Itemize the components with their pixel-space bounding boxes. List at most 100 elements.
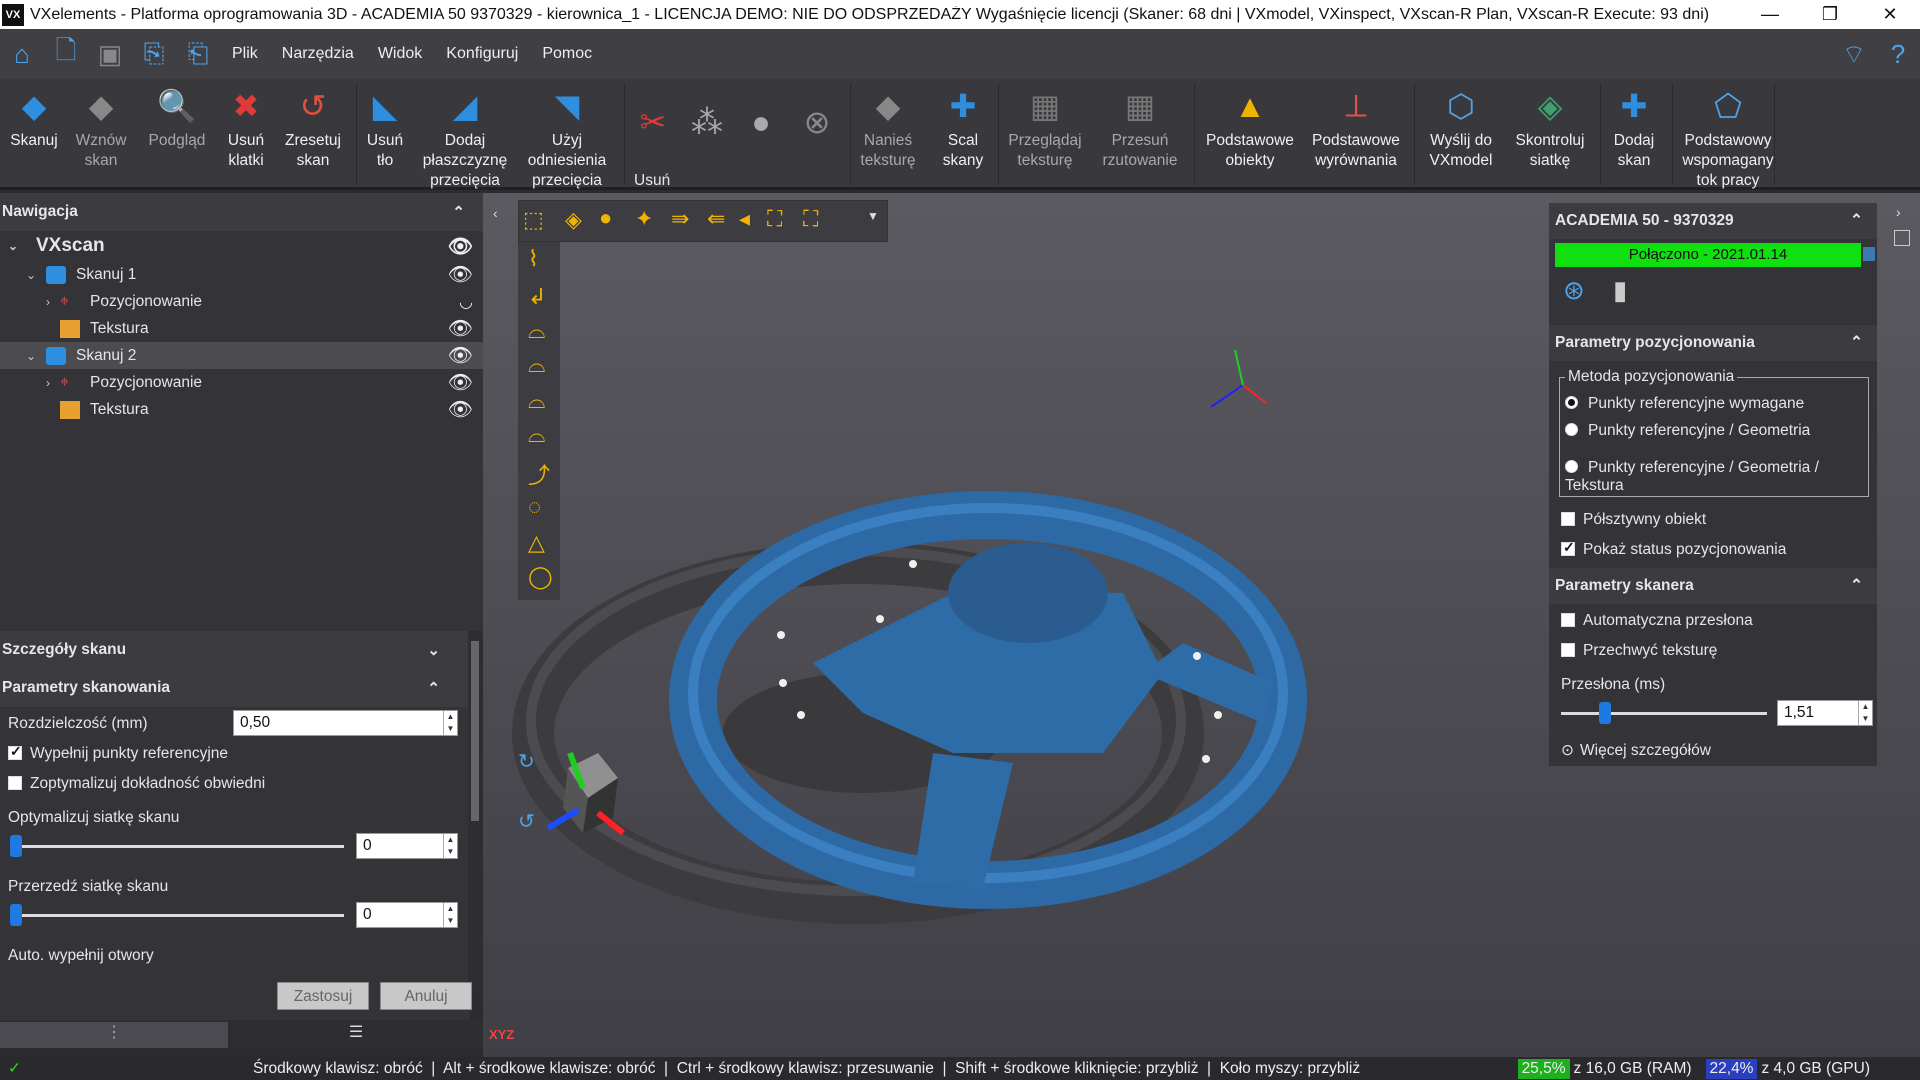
point-select-icon[interactable]: ✦ (635, 206, 653, 232)
optimize-mesh-slider-handle[interactable] (10, 835, 22, 857)
curve-select-icon[interactable]: ⤴ (528, 458, 550, 490)
add-scan-button[interactable]: ✚ Dodaj skan (1604, 85, 1664, 171)
radio-unselected[interactable] (1565, 423, 1578, 436)
chevron-right-icon[interactable]: › (46, 376, 60, 390)
menu-plik[interactable]: Plik (220, 45, 270, 63)
tree-item-positioning-1[interactable]: › ⌖ Pozycjonowanie ◡ (0, 288, 483, 315)
scanner-params-header[interactable]: Parametry skanera ⌃ (1549, 568, 1877, 604)
scanner-device-icon[interactable]: ▮ (1613, 275, 1627, 306)
deselect-icon[interactable]: ⛶ (803, 206, 818, 232)
eye-icon[interactable]: 👁 (448, 370, 473, 395)
sphere-select-icon[interactable]: ● (599, 205, 612, 231)
chevron-right-icon[interactable]: › (46, 295, 60, 309)
spinner-arrows[interactable]: ▲ ▼ (443, 711, 457, 735)
chevron-down-icon[interactable]: ▼ (867, 209, 879, 223)
delete-overlap-button[interactable]: ⊗ (796, 101, 836, 147)
semi-rigid-checkbox[interactable]: Półsztywny obiekt (1561, 511, 1706, 529)
new-file-icon[interactable]: 🗋 (44, 34, 88, 74)
rectangle-select-icon[interactable]: ⬚ (523, 207, 544, 233)
shutter-slider-handle[interactable] (1599, 702, 1611, 724)
shape-a-icon[interactable]: ⌓ (528, 318, 545, 344)
chevron-up-icon[interactable]: ⌃ (427, 679, 440, 697)
save-icon[interactable]: ▣ (88, 34, 132, 74)
browse-texture-button[interactable]: ▦ Przeglądaj teksturę (1004, 85, 1086, 171)
guided-workflow-button[interactable]: ⬠ Podstawowy wspomagany tok pracy (1678, 85, 1778, 191)
basic-alignments-button[interactable]: ⟂ Podstawowe wyrównania (1306, 85, 1406, 171)
invert-select-icon[interactable]: ◂ (739, 206, 750, 232)
menu-narzedzia[interactable]: Narzędzia (270, 45, 366, 63)
chevron-up-icon[interactable]: ⌃ (1850, 211, 1863, 230)
tree-item-texture-2[interactable]: Tekstura 👁 (0, 396, 483, 423)
tree-item-scan-1[interactable]: ⌄ Skanuj 1 👁 (0, 261, 483, 288)
help-icon[interactable]: ? (1876, 34, 1920, 74)
tree-item-scan-2[interactable]: ⌄ Skanuj 2 👁 (0, 342, 483, 369)
menu-konfiguruj[interactable]: Konfiguruj (434, 45, 530, 63)
eye-icon[interactable]: 👁 (448, 316, 473, 341)
preview-button[interactable]: 🔍 Podgląd (144, 85, 210, 151)
radio-selected[interactable] (1565, 396, 1578, 409)
scrollbar-thumb[interactable] (471, 641, 479, 821)
list-view-tab[interactable]: ☰ (336, 1022, 376, 1048)
capture-texture-checkbox[interactable]: Przechwyć teksturę (1561, 642, 1717, 660)
checkbox-unchecked[interactable] (1561, 613, 1575, 627)
minimize-button[interactable]: — (1740, 4, 1800, 25)
apply-button[interactable]: Zastosuj (277, 982, 369, 1010)
import-icon[interactable]: ⎘ (132, 34, 176, 74)
chevron-up-icon[interactable]: ⌃ (1850, 333, 1863, 352)
export-icon[interactable]: ⎗ (176, 34, 220, 74)
scan-details-header[interactable]: Szczegóły skanu ⌄ (0, 631, 470, 669)
checkbox-checked[interactable] (8, 743, 22, 760)
scan-params-header[interactable]: Parametry skanowania ⌃ (0, 669, 470, 707)
spinner-arrows[interactable]: ▲ ▼ (443, 903, 457, 927)
resolution-input[interactable]: 0,50 ▲ ▼ (233, 710, 458, 736)
select-back-icon[interactable]: ⇚ (707, 206, 725, 232)
delete-frames-button[interactable]: ✖ Usuń klatki (220, 85, 272, 171)
lasso-icon[interactable]: ↲ (528, 284, 546, 310)
optimize-mesh-slider[interactable] (16, 845, 344, 848)
reset-scan-button[interactable]: ↺ Zresetuj skan (280, 85, 346, 171)
more-details-link[interactable]: ⊙ Więcej szczegółów (1561, 741, 1711, 760)
chevron-down-icon[interactable]: ⌄ (8, 239, 22, 253)
merge-scans-button[interactable]: ✚ Scal skany (936, 85, 990, 171)
optimize-mesh-input[interactable]: 0 ▲ ▼ (356, 833, 458, 859)
delete-selection-button[interactable]: ✂ (632, 101, 672, 147)
eye-icon[interactable]: 👁 (448, 397, 473, 422)
scanner-header[interactable]: ACADEMIA 50 - 9370329 ⌃ (1549, 203, 1877, 239)
tree-view-tab[interactable]: ⋮ (0, 1022, 228, 1048)
restore-button[interactable]: ❐ (1800, 4, 1860, 25)
decimate-mesh-slider[interactable] (16, 914, 344, 917)
layer-select-icon[interactable]: ◈ (565, 207, 582, 233)
wifi-icon[interactable]: ⌔ (1832, 34, 1876, 74)
chevron-down-icon[interactable]: ⌄ (26, 349, 40, 363)
close-button[interactable]: ✕ (1860, 4, 1920, 25)
shape-d-icon[interactable]: ⌓ (528, 422, 545, 448)
eye-closed-icon[interactable]: ◡ (459, 292, 473, 312)
eye-icon[interactable]: 👁 (448, 343, 473, 368)
spinner-arrows[interactable]: ▲ ▼ (443, 834, 457, 858)
navigation-header[interactable]: Nawigacja ⌃ (0, 193, 483, 231)
freeform-select-icon[interactable]: ⌇ (528, 246, 539, 272)
spinner-arrows[interactable]: ▲ ▼ (1858, 701, 1872, 725)
tree-item-texture-1[interactable]: Tekstura 👁 (0, 315, 483, 342)
shutter-slider[interactable] (1561, 712, 1767, 715)
scan-button[interactable]: ◆ Skanuj (6, 85, 62, 151)
tree-root[interactable]: ⌄ VXscan 👁 (0, 231, 483, 261)
checkbox-unchecked[interactable] (8, 776, 22, 790)
home-icon[interactable]: ⌂ (0, 34, 44, 74)
fill-targets-checkbox[interactable]: Wypełnij punkty referencyjne (8, 743, 228, 763)
apply-texture-button[interactable]: ◆ Nanieś teksturę (858, 85, 918, 171)
menu-widok[interactable]: Widok (366, 45, 434, 63)
method-radio-targets[interactable]: Punkty referencyjne wymagane (1565, 395, 1804, 413)
shape-b-icon[interactable]: ⌓ (528, 352, 545, 378)
add-cut-plane-button[interactable]: ◢ Dodaj płaszczyznę przecięcia (420, 85, 510, 191)
send-to-vxmodel-button[interactable]: ⬡ Wyślij do VXmodel (1420, 85, 1502, 171)
eye-icon[interactable]: 👁 (448, 262, 473, 287)
chevron-up-icon[interactable]: ⌃ (452, 203, 465, 221)
positioning-header[interactable]: Parametry pozycjonowania ⌃ (1549, 325, 1877, 361)
shape-c-icon[interactable]: ⌓ (528, 388, 545, 414)
show-status-checkbox[interactable]: Pokaż status pozycjonowania (1561, 539, 1786, 559)
shutter-input[interactable]: 1,51 ▲ ▼ (1777, 700, 1873, 726)
chevron-down-icon[interactable]: ⌄ (26, 268, 40, 282)
tree-item-positioning-2[interactable]: › ⌖ Pozycjonowanie 👁 (0, 369, 483, 396)
decimate-mesh-slider-handle[interactable] (10, 904, 22, 926)
